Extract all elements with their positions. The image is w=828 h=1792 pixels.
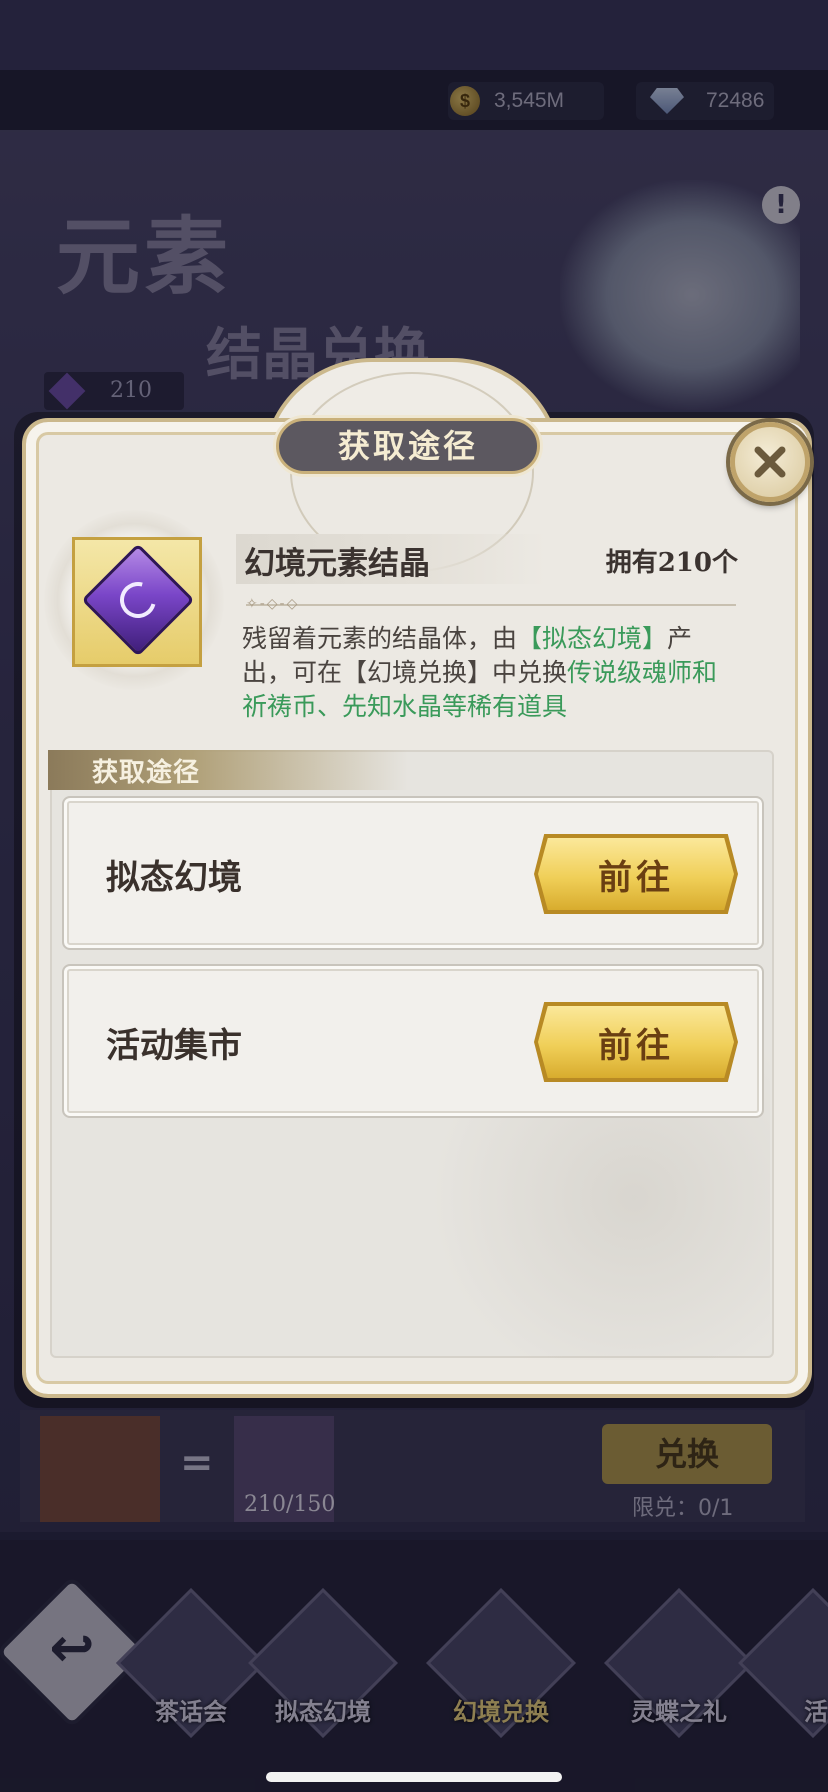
desc-highlight-source: 【拟态幻境】 [517, 624, 668, 653]
go-button[interactable]: 前往 [538, 838, 734, 910]
owned-count: 拥有210个 [605, 548, 738, 578]
divider-ornament-icon: ✧-◇-◇ [246, 596, 300, 612]
modal-title: 获取途径 [276, 418, 540, 474]
item-description: 残留着元素的结晶体，由【拟态幻境】产出，可在【幻境兑换】中兑换传说级魂师和祈祷币… [242, 622, 742, 724]
route-name: 拟态幻境 [106, 858, 242, 898]
go-button[interactable]: 前往 [538, 1006, 734, 1078]
home-indicator[interactable] [266, 1772, 562, 1782]
route-row-activity-market: 活动集市 前往 [62, 964, 764, 1118]
section-title: 获取途径 [92, 758, 201, 788]
close-button[interactable] [730, 422, 810, 502]
item-name: 幻境元素结晶 [244, 546, 430, 582]
close-icon [754, 446, 786, 478]
divider [246, 604, 736, 606]
route-name: 活动集市 [106, 1026, 242, 1066]
desc-text: 残留着元素的结晶体，由 [242, 624, 518, 653]
route-row-mimic-realm: 拟态幻境 前往 [62, 796, 764, 950]
